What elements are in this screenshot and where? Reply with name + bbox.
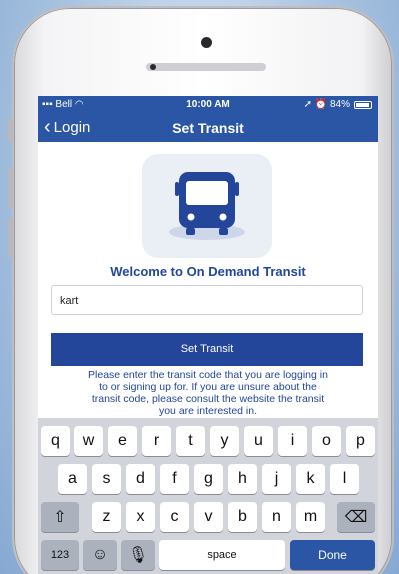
key-g[interactable]: g [194,464,223,494]
key-i[interactable]: i [278,426,307,456]
phone-screen: ▪▪▪ Bell ◠ 10:00 AM ➚ ⏰ 84% ‹ Login Set … [38,96,378,574]
key-s[interactable]: s [92,464,121,494]
emoji-icon: ☺ [91,546,109,563]
shift-icon: ⇧ [53,509,67,526]
status-bar: ▪▪▪ Bell ◠ 10:00 AM ➚ ⏰ 84% [38,96,378,114]
volume-up-button [8,168,13,208]
key-b[interactable]: b [228,502,257,532]
delete-key[interactable]: ⌫ [337,502,375,532]
key-p[interactable]: p [346,426,375,456]
welcome-heading: Welcome to On Demand Transit [110,264,306,279]
numbers-key[interactable]: 123 [41,540,79,570]
help-line: to or signing up for. If you are unsure … [99,381,317,393]
key-x[interactable]: x [126,502,155,532]
set-transit-button[interactable]: Set Transit [51,333,363,366]
key-r[interactable]: r [142,426,171,456]
key-c[interactable]: c [160,502,189,532]
bus-icon [169,172,245,240]
on-screen-keyboard: q w e r t y u i o p a s d f g h j k l ⇧ … [38,418,378,574]
key-z[interactable]: z [92,502,121,532]
volume-down-button [8,218,13,258]
transit-code-input[interactable]: kart [51,285,363,315]
key-t[interactable]: t [176,426,205,456]
page-title: Set Transit [172,120,244,136]
key-k[interactable]: k [296,464,325,494]
key-h[interactable]: h [228,464,257,494]
key-m[interactable]: m [296,502,325,532]
mute-switch [8,118,13,142]
space-key[interactable]: space [159,540,285,570]
sensor-dot [150,64,156,70]
app-logo [142,154,272,258]
help-line: transit code, please consult the website… [91,393,325,405]
key-y[interactable]: y [210,426,239,456]
key-v[interactable]: v [194,502,223,532]
key-e[interactable]: e [108,426,137,456]
help-line: you are interested in. [158,405,258,417]
key-d[interactable]: d [126,464,155,494]
earpiece-speaker [146,63,266,71]
navigation-bar: ‹ Login Set Transit [38,114,378,142]
shift-key[interactable]: ⇧ [41,502,79,532]
microphone-icon: 🎙 [127,547,149,564]
battery-icon [354,101,372,109]
key-a[interactable]: a [58,464,87,494]
backspace-icon: ⌫ [344,509,368,526]
done-key[interactable]: Done [290,540,375,570]
dictation-key[interactable]: 🎙 [121,540,155,570]
key-j[interactable]: j [262,464,291,494]
key-n[interactable]: n [262,502,291,532]
alarm-icon: ⏰ [314,99,328,110]
key-f[interactable]: f [160,464,189,494]
front-camera [201,37,212,48]
emoji-key[interactable]: ☺ [83,540,117,570]
battery-status: ➚ ⏰ 84% [304,99,350,110]
key-o[interactable]: o [312,426,341,456]
battery-percent: 84% [329,99,350,110]
key-u[interactable]: u [244,426,273,456]
key-l[interactable]: l [330,464,359,494]
help-text: Please enter the transit code that you a… [48,369,368,417]
key-q[interactable]: q [41,426,70,456]
help-line: Please enter the transit code that you a… [88,369,328,381]
key-w[interactable]: w [74,426,103,456]
location-icon: ➚ [303,99,312,110]
